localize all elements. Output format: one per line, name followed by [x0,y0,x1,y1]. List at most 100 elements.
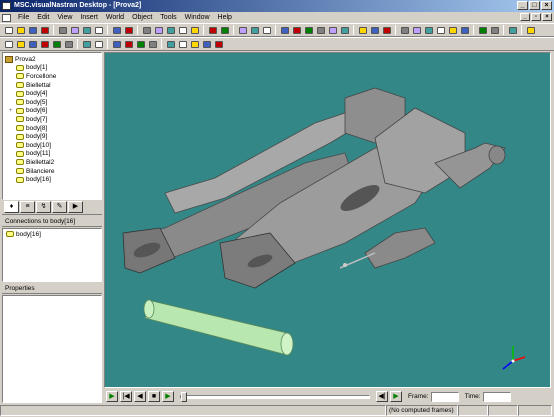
meter-icon[interactable] [459,25,470,35]
torque-icon[interactable] [447,25,458,35]
motion-icon[interactable] [93,39,104,49]
swingarm-model[interactable] [122,87,506,289]
tree-item[interactable]: Bilanciere [5,167,99,176]
tree-item[interactable]: body[4] [5,89,99,98]
minimize-button[interactable]: _ [517,1,528,10]
close-button[interactable]: × [541,1,552,10]
rotate-view-icon[interactable] [153,25,164,35]
menu-edit[interactable]: Edit [33,14,53,21]
zoom-fit-icon[interactable] [177,25,188,35]
tree-item[interactable]: body[11] [5,150,99,159]
coords-icon[interactable] [15,39,26,49]
scale-icon[interactable] [339,25,350,35]
green-rod[interactable] [143,299,294,356]
plot-icon[interactable] [51,39,62,49]
tree-item[interactable]: Biellettal2 [5,158,99,167]
next-frame-button[interactable]: ▶ [390,391,402,402]
step-back-button[interactable]: ◀ [134,391,146,402]
wireframe-icon[interactable] [249,25,260,35]
options-icon[interactable] [525,25,536,35]
paste-icon[interactable] [81,25,92,35]
open-icon[interactable] [15,25,26,35]
expand-icon[interactable]: + [9,108,15,114]
tree-item[interactable]: body[1] [5,64,99,73]
light-icon[interactable] [477,25,488,35]
palette-icon[interactable] [489,25,500,35]
slider-thumb[interactable] [181,391,187,402]
tree-item[interactable]: body[10] [5,141,99,150]
cut-icon[interactable] [57,25,68,35]
doc-close-button[interactable]: × [542,13,552,21]
rotate-axis-icon[interactable] [327,25,338,35]
color-icon[interactable] [81,39,92,49]
zoom-icon[interactable] [165,25,176,35]
body-icon[interactable] [111,39,122,49]
force-icon[interactable] [435,25,446,35]
run-mode-button[interactable]: ▶ [106,391,118,402]
maximize-button[interactable]: □ [529,1,540,10]
align-icon[interactable] [165,39,176,49]
cross-icon[interactable] [201,39,212,49]
appearance-tab-icon[interactable]: ✎ [52,201,67,213]
tree-item[interactable]: Forcellone [5,72,99,81]
tree-item[interactable]: body[16] [5,175,99,184]
frame-field[interactable] [430,391,459,402]
prev-frame-button[interactable]: ◀| [376,391,388,402]
tree-item[interactable]: body[7] [5,115,99,124]
view-icon[interactable] [27,39,38,49]
body-icon[interactable] [147,39,158,49]
stop-button[interactable]: ■ [148,391,160,402]
render-icon[interactable] [219,25,230,35]
3d-viewport[interactable] [104,52,551,388]
tree-item[interactable]: body[5] [5,98,99,107]
tree-root[interactable]: Prova2 [5,55,99,64]
menu-world[interactable]: World [102,14,128,21]
camera-icon[interactable] [207,25,218,35]
properties-tab-icon[interactable]: ≡ [20,201,35,213]
new-icon[interactable] [3,25,14,35]
move-axis-icon[interactable] [303,25,314,35]
grid-icon[interactable] [261,25,272,35]
snap-icon[interactable] [507,25,518,35]
tree-item[interactable]: + body[6] [5,107,99,116]
animation-tab-icon[interactable]: ▶ [68,201,83,213]
frame-slider[interactable] [180,391,370,402]
point-icon[interactable] [357,25,368,35]
body-icon[interactable] [135,39,146,49]
connection-item[interactable]: body[16] [6,230,98,239]
save-icon[interactable] [27,25,38,35]
tree-item[interactable]: body[9] [5,132,99,141]
split-icon[interactable] [189,39,200,49]
shade-icon[interactable] [237,25,248,35]
body-icon[interactable] [123,39,134,49]
doc-minimize-button[interactable]: _ [520,13,530,21]
menu-tools[interactable]: Tools [156,14,180,21]
tree-item[interactable]: Biellettal [5,81,99,90]
merge-icon[interactable] [213,39,224,49]
constraint-icon[interactable] [381,25,392,35]
join-icon[interactable] [177,39,188,49]
line-icon[interactable] [369,25,380,35]
redo-icon[interactable] [123,25,134,35]
coords-tab-icon[interactable]: ↯ [36,201,51,213]
tree-item[interactable]: body[8] [5,124,99,133]
spring-icon[interactable] [411,25,422,35]
menu-window[interactable]: Window [181,14,214,21]
rotate-icon[interactable] [315,25,326,35]
rope-icon[interactable] [423,25,434,35]
select-arrow-icon[interactable] [279,25,290,35]
menu-insert[interactable]: Insert [76,14,102,21]
paint-icon[interactable] [63,39,74,49]
delete-icon[interactable] [93,25,104,35]
grid-toggle-icon[interactable] [39,39,50,49]
motor-icon[interactable] [399,25,410,35]
fly-icon[interactable] [189,25,200,35]
menu-help[interactable]: Help [214,14,236,21]
play-button[interactable]: ▶ [162,391,174,402]
world-icon[interactable] [3,39,14,49]
document-icon[interactable] [2,13,11,22]
menu-object[interactable]: Object [128,14,156,21]
print-icon[interactable] [39,25,50,35]
doc-restore-button[interactable]: ▫ [531,13,541,21]
copy-icon[interactable] [69,25,80,35]
